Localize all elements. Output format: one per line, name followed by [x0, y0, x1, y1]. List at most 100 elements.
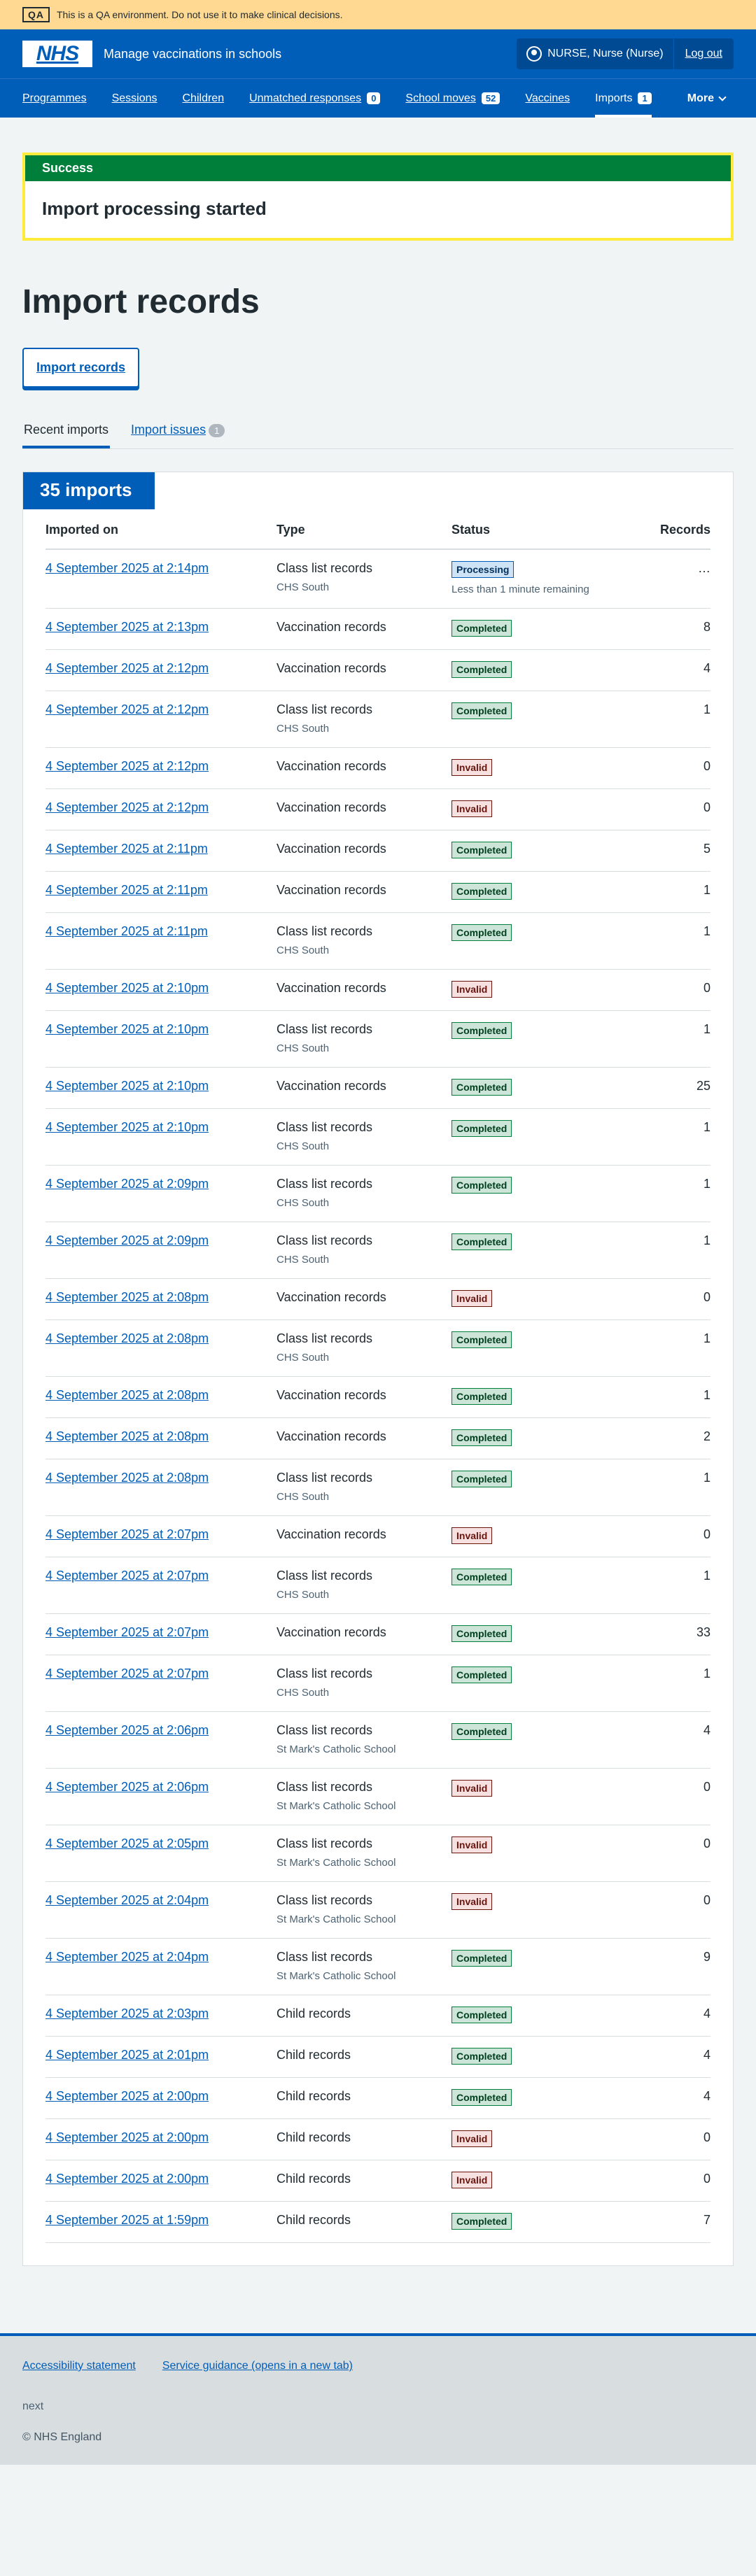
records-cell: 0	[640, 1768, 710, 1825]
import-date-link[interactable]: 4 September 2025 at 2:10pm	[46, 981, 209, 995]
imported-on-cell: 4 September 2025 at 2:10pm	[46, 1108, 276, 1166]
import-date-link[interactable]: 4 September 2025 at 2:08pm	[46, 1331, 209, 1345]
nav-children[interactable]: Children	[183, 79, 225, 118]
records-cell: 7	[640, 2201, 710, 2243]
accessibility-link[interactable]: Accessibility statement	[22, 2360, 136, 2372]
import-date-link[interactable]: 4 September 2025 at 2:00pm	[46, 2130, 209, 2144]
tab-recent-imports[interactable]: Recent imports	[22, 413, 111, 448]
import-date-link[interactable]: 4 September 2025 at 2:04pm	[46, 1950, 209, 1964]
nhs-logo[interactable]: NHS	[22, 41, 92, 67]
import-type: Child records	[276, 2172, 351, 2186]
nav-imports[interactable]: Imports 1	[595, 79, 652, 118]
type-cell: Class list records CHS South	[276, 1319, 451, 1377]
status-tag: Completed	[451, 702, 512, 719]
import-date-link[interactable]: 4 September 2025 at 2:08pm	[46, 1388, 209, 1402]
import-date-link[interactable]: 4 September 2025 at 2:11pm	[46, 883, 208, 897]
nav-school-moves-link[interactable]: School moves	[405, 92, 476, 105]
import-date-link[interactable]: 4 September 2025 at 2:12pm	[46, 702, 209, 716]
nav-programmes-link[interactable]: Programmes	[22, 92, 87, 105]
records-cell: 25	[640, 1067, 710, 1109]
import-date-link[interactable]: 4 September 2025 at 2:08pm	[46, 1429, 209, 1443]
nav-unmatched[interactable]: Unmatched responses 0	[249, 79, 381, 118]
import-date-link[interactable]: 4 September 2025 at 2:14pm	[46, 561, 209, 575]
import-date-link[interactable]: 4 September 2025 at 2:10pm	[46, 1120, 209, 1134]
records-cell: 1	[640, 691, 710, 748]
nav-sessions-link[interactable]: Sessions	[112, 92, 158, 105]
records-cell: 9	[640, 1938, 710, 1995]
import-type: Vaccination records	[276, 620, 386, 634]
nav-sessions[interactable]: Sessions	[112, 79, 158, 118]
imported-on-cell: 4 September 2025 at 2:11pm	[46, 912, 276, 970]
import-date-link[interactable]: 4 September 2025 at 2:10pm	[46, 1022, 209, 1036]
import-type: Child records	[276, 2089, 351, 2103]
status-cell: Completed	[451, 1938, 641, 1995]
import-type: Class list records	[276, 1120, 373, 1134]
tab-issues-link[interactable]: Import issues	[131, 423, 206, 437]
import-date-link[interactable]: 4 September 2025 at 2:04pm	[46, 1893, 209, 1907]
nav-school-moves[interactable]: School moves 52	[405, 79, 500, 118]
type-cell: Vaccination records	[276, 969, 451, 1011]
status-cell: Processing Less than 1 minute remaining	[451, 549, 641, 609]
status-tag: Completed	[451, 883, 512, 900]
service-name[interactable]: Manage vaccinations in schools	[104, 47, 281, 62]
imported-on-cell: 4 September 2025 at 2:08pm	[46, 1459, 276, 1516]
import-date-link[interactable]: 4 September 2025 at 2:09pm	[46, 1177, 209, 1191]
nav-more-button[interactable]: More	[687, 79, 727, 118]
import-date-link[interactable]: 4 September 2025 at 2:09pm	[46, 1233, 209, 1247]
records-cell: 0	[640, 788, 710, 830]
chevron-down-icon	[718, 92, 727, 101]
import-date-link[interactable]: 4 September 2025 at 2:01pm	[46, 2048, 209, 2062]
import-type: Vaccination records	[276, 1388, 386, 1402]
import-type: Class list records	[276, 1569, 373, 1583]
nav-imports-link[interactable]: Imports	[595, 92, 632, 105]
import-date-link[interactable]: 4 September 2025 at 2:06pm	[46, 1780, 209, 1794]
imported-on-cell: 4 September 2025 at 2:00pm	[46, 2118, 276, 2160]
import-date-link[interactable]: 4 September 2025 at 2:07pm	[46, 1666, 209, 1680]
main-content: Success Import processing started Import…	[0, 118, 756, 2266]
records-cell: 1	[640, 1655, 710, 1712]
import-date-link[interactable]: 4 September 2025 at 2:12pm	[46, 800, 209, 814]
import-date-link[interactable]: 4 September 2025 at 2:03pm	[46, 2007, 209, 2021]
header: NHS Manage vaccinations in schools NURSE…	[0, 29, 756, 118]
import-date-link[interactable]: 4 September 2025 at 2:07pm	[46, 1625, 209, 1639]
table-row: 4 September 2025 at 2:09pm Class list rec…	[46, 1165, 710, 1222]
records-cell: 5	[640, 830, 710, 872]
nav-vaccines-link[interactable]: Vaccines	[525, 92, 570, 105]
import-date-link[interactable]: 4 September 2025 at 2:08pm	[46, 1290, 209, 1304]
import-type: Class list records	[276, 1471, 373, 1485]
import-date-link[interactable]: 4 September 2025 at 2:11pm	[46, 842, 208, 856]
type-cell: Vaccination records	[276, 1515, 451, 1557]
records-cell: 0	[640, 1881, 710, 1939]
imported-on-cell: 4 September 2025 at 2:14pm	[46, 549, 276, 609]
records-cell: …	[640, 549, 710, 609]
records-cell: 4	[640, 2077, 710, 2119]
import-date-link[interactable]: 4 September 2025 at 2:06pm	[46, 1723, 209, 1737]
status-cell: Completed	[451, 1995, 641, 2037]
service-guidance-link[interactable]: Service guidance (opens in a new tab)	[162, 2360, 353, 2372]
import-type: Class list records	[276, 1331, 373, 1345]
type-cell: Vaccination records	[276, 747, 451, 789]
import-records-button[interactable]: Import records	[22, 348, 140, 388]
import-date-link[interactable]: 4 September 2025 at 2:11pm	[46, 924, 208, 938]
import-date-link[interactable]: 4 September 2025 at 2:07pm	[46, 1569, 209, 1583]
nav-programmes[interactable]: Programmes	[22, 79, 87, 118]
import-date-link[interactable]: 4 September 2025 at 2:07pm	[46, 1527, 209, 1541]
import-date-link[interactable]: 4 September 2025 at 2:05pm	[46, 1837, 209, 1850]
import-date-link[interactable]: 4 September 2025 at 1:59pm	[46, 2213, 209, 2227]
nav-vaccines[interactable]: Vaccines	[525, 79, 570, 118]
tab-import-issues[interactable]: Import issues 1	[130, 413, 226, 448]
import-date-link[interactable]: 4 September 2025 at 2:10pm	[46, 1079, 209, 1093]
table-row: 4 September 2025 at 2:12pm Class list rec…	[46, 691, 710, 748]
import-type: Class list records	[276, 1177, 373, 1191]
nav-children-link[interactable]: Children	[183, 92, 225, 105]
import-date-link[interactable]: 4 September 2025 at 2:12pm	[46, 759, 209, 773]
records-cell: 4	[640, 1995, 710, 2037]
import-date-link[interactable]: 4 September 2025 at 2:13pm	[46, 620, 209, 634]
import-date-link[interactable]: 4 September 2025 at 2:00pm	[46, 2172, 209, 2186]
status-tag: Invalid	[451, 1837, 493, 1853]
import-date-link[interactable]: 4 September 2025 at 2:00pm	[46, 2089, 209, 2103]
import-date-link[interactable]: 4 September 2025 at 2:12pm	[46, 661, 209, 675]
nav-unmatched-link[interactable]: Unmatched responses	[249, 92, 361, 105]
import-date-link[interactable]: 4 September 2025 at 2:08pm	[46, 1471, 209, 1485]
logout-link[interactable]: Log out	[674, 48, 734, 60]
